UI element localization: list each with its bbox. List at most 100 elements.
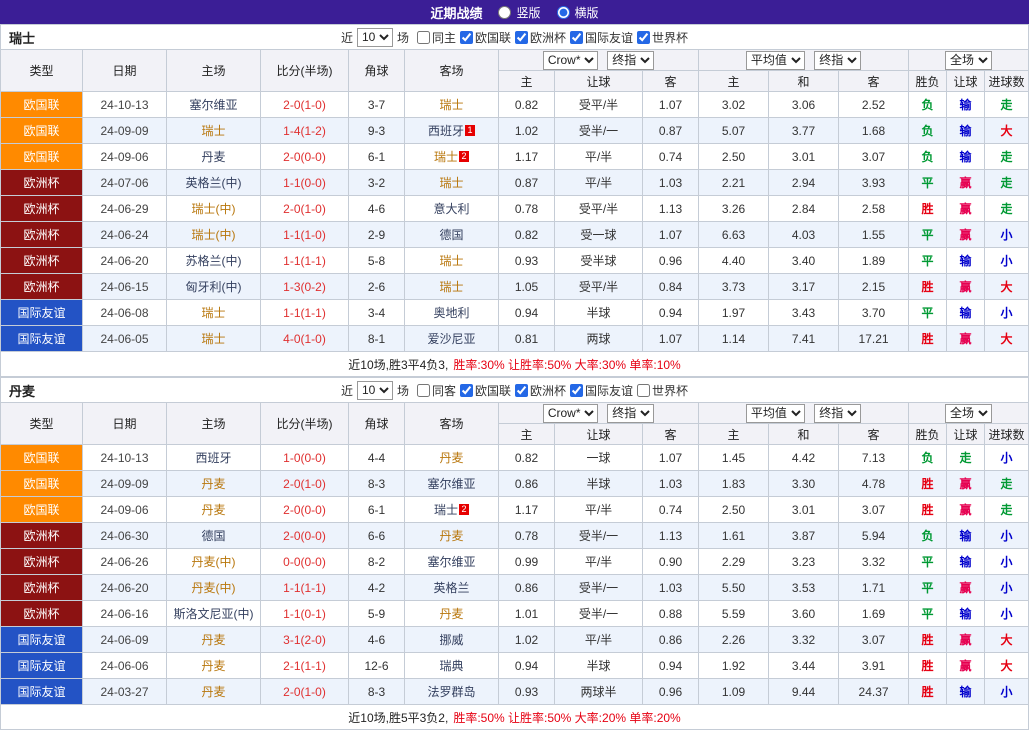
scope-select[interactable]: 全场	[945, 404, 992, 423]
filter-option-同客[interactable]: 同客	[417, 382, 456, 399]
horizontal-radio[interactable]	[557, 6, 570, 19]
match-count-select[interactable]: 10	[357, 28, 393, 47]
away-team-name[interactable]: 英格兰	[433, 581, 469, 595]
bookmaker-select[interactable]: Crow*	[543, 51, 598, 70]
away-team-name[interactable]: 塞尔维亚	[427, 555, 475, 569]
home-team-name[interactable]: 瑞士	[201, 306, 225, 320]
away-team-name[interactable]: 瑞士	[439, 254, 463, 268]
final-odds-select[interactable]: 终指	[607, 51, 654, 70]
away-team-name[interactable]: 意大利	[433, 202, 469, 216]
filter-checkbox[interactable]	[460, 384, 473, 397]
match-score[interactable]: 2-0(0-0)	[261, 497, 349, 523]
home-team-name[interactable]: 瑞士	[201, 332, 225, 346]
layout-radio-horizontal[interactable]: 横版	[557, 4, 599, 21]
away-team-name[interactable]: 瑞士	[434, 150, 458, 164]
away-team-name[interactable]: 丹麦	[439, 529, 463, 543]
filter-option-世界杯[interactable]: 世界杯	[637, 382, 688, 399]
filter-option-欧洲杯[interactable]: 欧洲杯	[515, 29, 566, 46]
match-score[interactable]: 1-3(0-2)	[261, 274, 349, 300]
vertical-radio[interactable]	[498, 6, 511, 19]
away-team-name[interactable]: 德国	[439, 228, 463, 242]
corner-score: 8-3	[349, 471, 405, 497]
home-team-name[interactable]: 西班牙	[195, 451, 231, 465]
match-score[interactable]: 2-1(1-1)	[261, 653, 349, 679]
home-team-name[interactable]: 塞尔维亚	[189, 98, 237, 112]
filter-option-国际友谊[interactable]: 国际友谊	[570, 382, 633, 399]
home-team-name[interactable]: 丹麦	[201, 150, 225, 164]
home-team-name[interactable]: 丹麦	[201, 503, 225, 517]
home-team-name[interactable]: 苏格兰(中)	[186, 254, 242, 268]
match-score[interactable]: 1-1(1-1)	[261, 575, 349, 601]
away-team-name[interactable]: 法罗群岛	[427, 685, 475, 699]
match-score[interactable]: 2-0(1-0)	[261, 196, 349, 222]
match-score[interactable]: 1-1(0-0)	[261, 170, 349, 196]
filter-checkbox[interactable]	[637, 384, 650, 397]
match-score[interactable]: 2-0(0-0)	[261, 144, 349, 170]
match-score[interactable]: 1-1(1-1)	[261, 248, 349, 274]
home-team-name[interactable]: 丹麦	[201, 633, 225, 647]
home-team-name[interactable]: 丹麦	[201, 659, 225, 673]
away-team-name[interactable]: 塞尔维亚	[427, 477, 475, 491]
average-select[interactable]: 平均值	[746, 51, 805, 70]
away-team-name[interactable]: 挪威	[439, 633, 463, 647]
match-score[interactable]: 1-1(1-0)	[261, 222, 349, 248]
home-team-name[interactable]: 丹麦	[201, 685, 225, 699]
away-team-name[interactable]: 爱沙尼亚	[427, 332, 475, 346]
home-team-name[interactable]: 瑞士(中)	[192, 202, 236, 216]
layout-radio-vertical[interactable]: 竖版	[498, 4, 540, 21]
filter-checkbox[interactable]	[515, 384, 528, 397]
away-team-name[interactable]: 丹麦	[439, 451, 463, 465]
match-score[interactable]: 4-0(1-0)	[261, 326, 349, 352]
average-header: 平均值 终指	[699, 50, 909, 71]
final-odds-select-2[interactable]: 终指	[814, 51, 861, 70]
match-score[interactable]: 2-0(1-0)	[261, 471, 349, 497]
home-team-name[interactable]: 瑞士(中)	[192, 228, 236, 242]
match-score[interactable]: 0-0(0-0)	[261, 549, 349, 575]
filter-option-欧国联[interactable]: 欧国联	[460, 382, 511, 399]
filter-checkbox[interactable]	[515, 31, 528, 44]
filter-checkbox[interactable]	[637, 31, 650, 44]
final-odds-select-2[interactable]: 终指	[814, 404, 861, 423]
home-team-name[interactable]: 丹麦(中)	[192, 555, 236, 569]
away-team-name[interactable]: 瑞士	[439, 280, 463, 294]
bookmaker-select[interactable]: Crow*	[543, 404, 598, 423]
match-score[interactable]: 1-0(0-0)	[261, 445, 349, 471]
match-score[interactable]: 2-0(1-0)	[261, 679, 349, 705]
away-team-name[interactable]: 西班牙	[428, 124, 464, 138]
away-team-name[interactable]: 奥地利	[433, 306, 469, 320]
away-team-name[interactable]: 瑞典	[439, 659, 463, 673]
filter-option-欧洲杯[interactable]: 欧洲杯	[515, 382, 566, 399]
match-score[interactable]: 1-1(0-1)	[261, 601, 349, 627]
filter-checkbox[interactable]	[460, 31, 473, 44]
scope-select[interactable]: 全场	[945, 51, 992, 70]
match-score[interactable]: 2-0(1-0)	[261, 92, 349, 118]
home-team-name[interactable]: 斯洛文尼亚(中)	[174, 607, 254, 621]
match-score[interactable]: 2-0(0-0)	[261, 523, 349, 549]
average-select[interactable]: 平均值	[746, 404, 805, 423]
away-team-name[interactable]: 丹麦	[439, 607, 463, 621]
filter-option-国际友谊[interactable]: 国际友谊	[570, 29, 633, 46]
home-team-name[interactable]: 英格兰(中)	[186, 176, 242, 190]
match-score[interactable]: 1-1(1-1)	[261, 300, 349, 326]
filter-option-同主[interactable]: 同主	[417, 29, 456, 46]
home-team-name[interactable]: 丹麦(中)	[192, 581, 236, 595]
match-score[interactable]: 3-1(2-0)	[261, 627, 349, 653]
away-team-name[interactable]: 瑞士	[439, 98, 463, 112]
filter-checkbox[interactable]	[417, 31, 430, 44]
league-badge: 欧洲杯	[1, 248, 83, 274]
away-team-name[interactable]: 瑞士	[439, 176, 463, 190]
match-row: 欧洲杯24-07-06英格兰(中)1-1(0-0)3-2瑞士0.87平/半1.0…	[1, 170, 1029, 196]
match-score[interactable]: 1-4(1-2)	[261, 118, 349, 144]
filter-checkbox[interactable]	[570, 384, 583, 397]
filter-option-欧国联[interactable]: 欧国联	[460, 29, 511, 46]
home-team-name[interactable]: 丹麦	[201, 477, 225, 491]
filter-option-世界杯[interactable]: 世界杯	[637, 29, 688, 46]
home-team-name[interactable]: 匈牙利(中)	[186, 280, 242, 294]
final-odds-select[interactable]: 终指	[607, 404, 654, 423]
home-team-name[interactable]: 德国	[201, 529, 225, 543]
filter-checkbox[interactable]	[570, 31, 583, 44]
away-team-name[interactable]: 瑞士	[434, 503, 458, 517]
match-count-select[interactable]: 10	[357, 381, 393, 400]
filter-checkbox[interactable]	[417, 384, 430, 397]
home-team-name[interactable]: 瑞士	[201, 124, 225, 138]
